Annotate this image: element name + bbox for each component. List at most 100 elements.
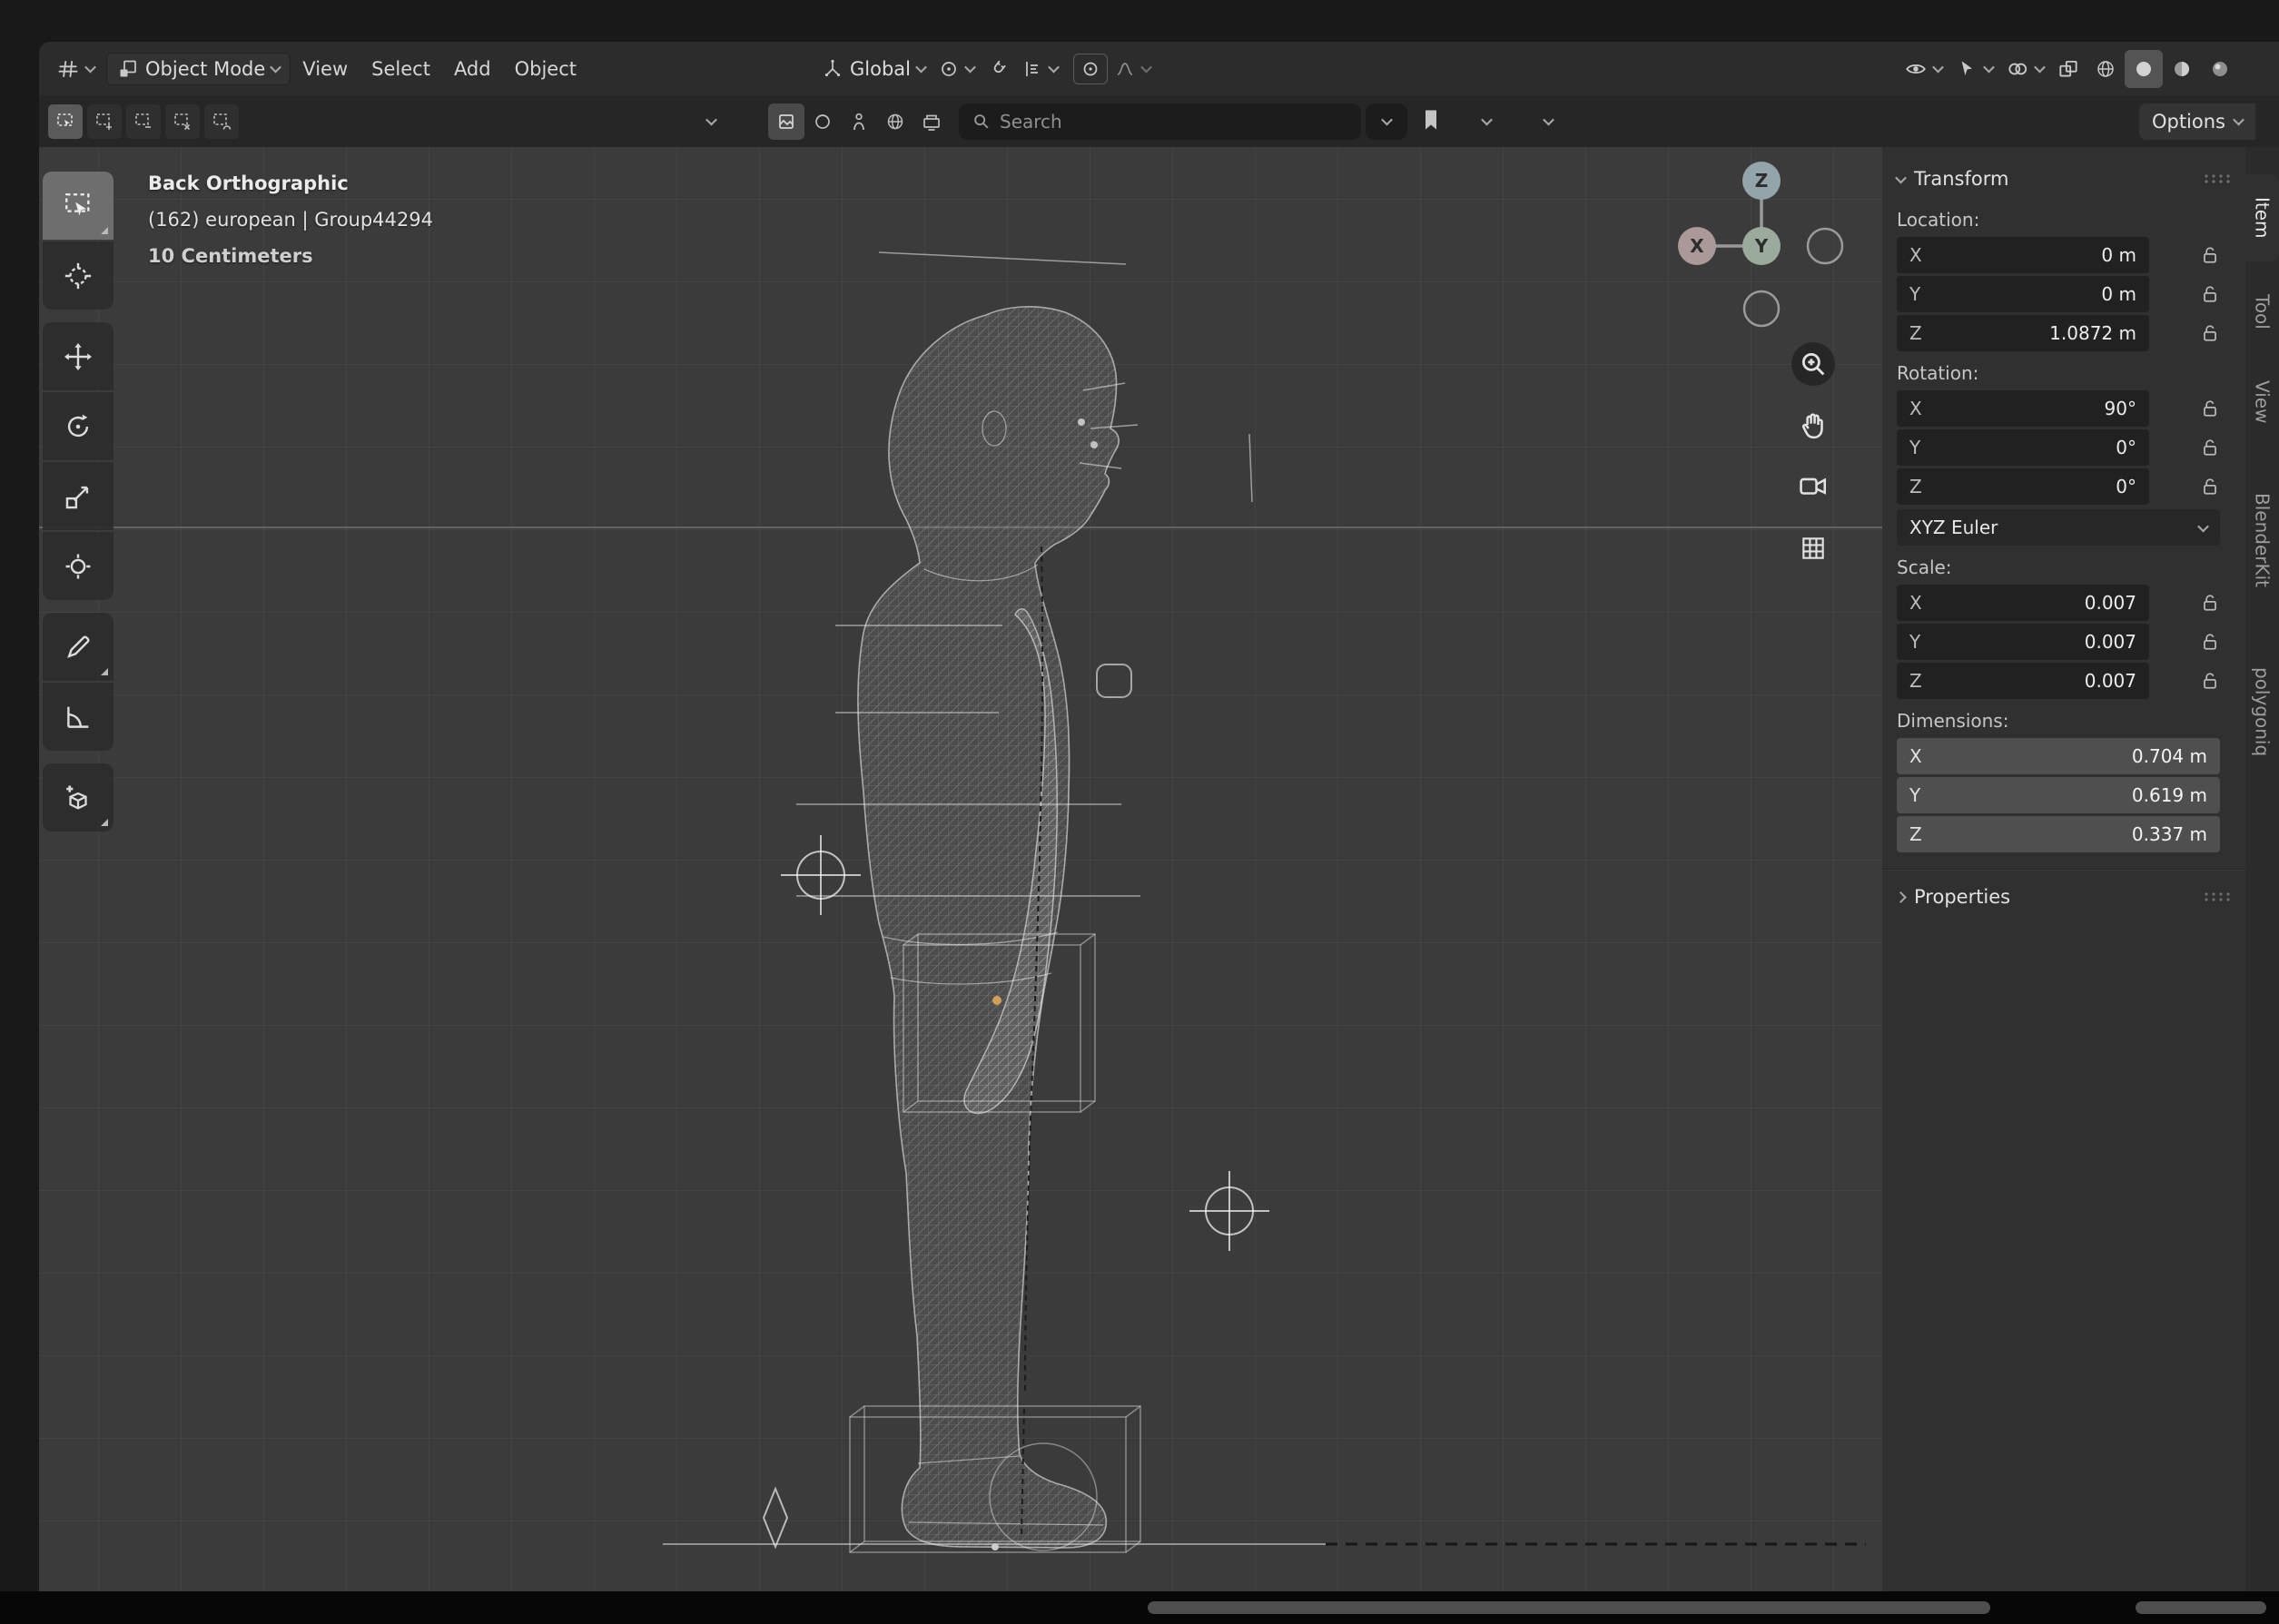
search-filter-dropdown[interactable] (1366, 103, 1407, 140)
tool-add-cube[interactable] (43, 763, 113, 832)
select-mode-set-button[interactable] (48, 104, 83, 139)
transform-panel-header[interactable]: Transform (1897, 160, 2231, 198)
rotation-z-lock-button[interactable] (2189, 477, 2231, 497)
gizmo-x-ball[interactable]: X (1678, 227, 1716, 265)
gizmo-negative-x[interactable] (1808, 229, 1842, 263)
dimensions-z-field[interactable]: Z 0.337 m (1897, 816, 2220, 852)
tool-cursor[interactable] (43, 241, 113, 310)
gizmo-negative-z[interactable] (1744, 291, 1779, 326)
mode-selector[interactable]: Object Mode (106, 53, 291, 85)
tab-blenderkit[interactable]: BlenderKit (2245, 456, 2279, 625)
tool-transform[interactable] (43, 532, 113, 600)
rotation-x-lock-button[interactable] (2189, 399, 2231, 418)
location-z-field[interactable]: Z 1.0872 m (1897, 315, 2149, 351)
scale-x-lock-button[interactable] (2189, 593, 2231, 613)
tool-select-box[interactable] (43, 172, 113, 240)
chevron-down-icon (964, 62, 976, 74)
viewport-3d[interactable]: Z X Y Back Orthographic (162) european |… (39, 147, 1882, 1591)
empty-object[interactable] (1189, 1171, 1269, 1251)
gizmo-y-ball[interactable]: Y (1742, 227, 1781, 265)
tab-item[interactable]: Item (2245, 174, 2279, 261)
transform-orientation-dropdown[interactable]: Global (815, 53, 932, 85)
pan-button[interactable] (1791, 403, 1835, 447)
select-mode-extend-button[interactable] (87, 104, 122, 139)
xray-toggle[interactable] (2050, 52, 2087, 86)
tool-scale[interactable] (43, 462, 113, 530)
bone-marker[interactable] (764, 1489, 787, 1547)
proportional-editing-toggle[interactable] (1073, 54, 1108, 84)
tool-move[interactable] (43, 322, 113, 390)
panel-grip-icon[interactable] (2204, 891, 2231, 902)
zoom-button[interactable] (1791, 342, 1835, 386)
select-mode-subtract-button[interactable] (126, 104, 161, 139)
proportional-falloff-dropdown[interactable] (1108, 53, 1157, 85)
asset-search-field[interactable] (959, 103, 1361, 140)
empty-object[interactable] (781, 835, 861, 915)
pivot-point-dropdown[interactable] (932, 53, 981, 85)
dimensions-label: Dimensions: (1897, 710, 2231, 732)
tool-settings-dropdown[interactable] (690, 105, 732, 138)
asset-type-hdr-button[interactable] (877, 103, 913, 140)
dimensions-x-field[interactable]: X 0.704 m (1897, 738, 2220, 774)
properties-panel-header[interactable]: Properties (1897, 878, 2231, 916)
tool-measure[interactable] (43, 683, 113, 751)
character-mesh[interactable] (858, 307, 1119, 1550)
camera-view-button[interactable] (1791, 464, 1835, 507)
tab-view[interactable]: View (2245, 361, 2279, 443)
menu-add[interactable]: Add (442, 51, 503, 87)
rotation-z-field[interactable]: Z 0° (1897, 468, 2149, 505)
ortho-grid-button[interactable] (1791, 527, 1835, 570)
asset-type-scene-button[interactable] (913, 103, 950, 140)
search-input[interactable] (1000, 111, 1348, 133)
location-y-lock-button[interactable] (2189, 284, 2231, 304)
rotation-mode-dropdown[interactable]: XYZ Euler (1897, 509, 2220, 546)
editor-type-dropdown[interactable] (50, 52, 101, 86)
tool-rotate[interactable] (43, 392, 113, 460)
asset-type-material-button[interactable] (804, 103, 841, 140)
options-dropdown[interactable]: Options (2139, 103, 2255, 140)
shading-solid-button[interactable] (2125, 50, 2163, 88)
shading-rendered-button[interactable] (2201, 50, 2239, 88)
show-overlays-dropdown[interactable] (1999, 52, 2050, 86)
select-mode-intersect-button[interactable] (204, 104, 239, 139)
menu-object[interactable]: Object (503, 51, 588, 87)
chevron-down-icon (2197, 520, 2209, 532)
snap-target-dropdown[interactable] (1015, 53, 1064, 85)
rotation-y-lock-button[interactable] (2189, 438, 2231, 458)
rotation-y-field[interactable]: Y 0° (1897, 429, 2149, 466)
asset-options-dropdown-2[interactable] (1527, 105, 1569, 138)
asset-type-model-button[interactable] (768, 103, 804, 140)
scale-y-field[interactable]: Y 0.007 (1897, 624, 2149, 660)
panel-grip-icon[interactable] (2204, 173, 2231, 184)
rotation-x-field[interactable]: X 90° (1897, 390, 2149, 427)
asset-options-dropdown-1[interactable] (1465, 105, 1507, 138)
location-x-lock-button[interactable] (2189, 245, 2231, 265)
show-gizmo-dropdown[interactable] (1948, 52, 1999, 86)
location-y-field[interactable]: Y 0 m (1897, 276, 2149, 312)
shading-wireframe-button[interactable] (2087, 50, 2125, 88)
tool-annotate[interactable] (43, 613, 113, 681)
tab-tool[interactable]: Tool (2245, 271, 2279, 352)
horizontal-scrollbar[interactable] (1148, 1601, 1990, 1614)
select-mode-invert-button[interactable] (165, 104, 200, 139)
asset-type-brush-button[interactable] (841, 103, 877, 140)
object-visibility-dropdown[interactable] (1898, 52, 1948, 86)
axis-gizmo[interactable]: Z X Y (1678, 162, 1842, 326)
hand-target-shape (1097, 664, 1131, 697)
menu-select[interactable]: Select (360, 51, 442, 87)
scale-x-field[interactable]: X 0.007 (1897, 585, 2149, 621)
tab-polygoniq[interactable]: polygoniq (2245, 632, 2279, 792)
gizmo-z-ball[interactable]: Z (1742, 162, 1781, 200)
dimensions-y-field[interactable]: Y 0.619 m (1897, 777, 2220, 813)
menu-view[interactable]: View (291, 51, 360, 87)
scrollbar-segment[interactable] (2136, 1601, 2266, 1614)
location-z-lock-button[interactable] (2189, 323, 2231, 343)
scale-z-field[interactable]: Z 0.007 (1897, 663, 2149, 699)
snap-toggle[interactable] (981, 53, 1015, 85)
scale-z-lock-button[interactable] (2189, 671, 2231, 691)
chevron-down-icon (915, 62, 927, 74)
shading-material-button[interactable] (2163, 50, 2201, 88)
location-x-field[interactable]: X 0 m (1897, 237, 2149, 273)
scale-y-lock-button[interactable] (2189, 632, 2231, 652)
bookmark-button[interactable] (1420, 108, 1442, 135)
